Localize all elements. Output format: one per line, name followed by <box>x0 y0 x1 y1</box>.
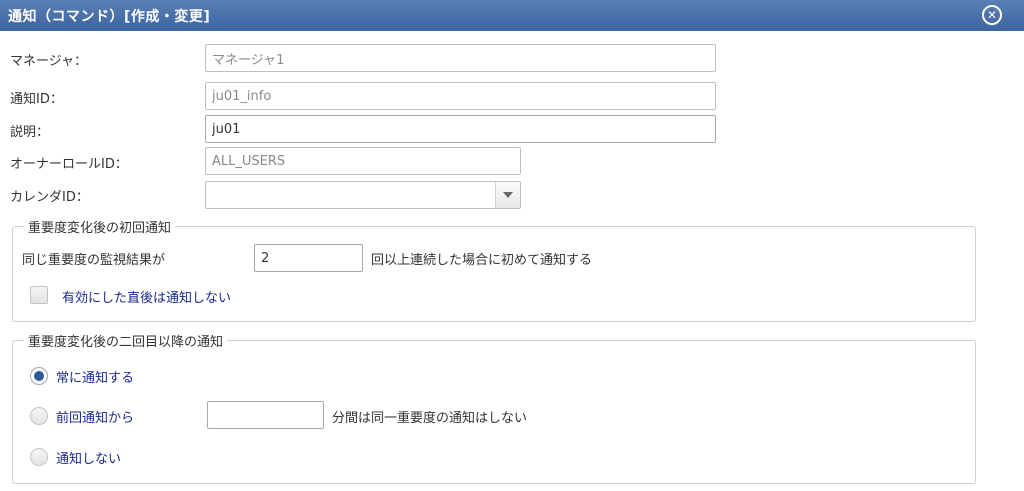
chevron-down-icon <box>503 192 513 198</box>
dropdown-button[interactable] <box>495 182 520 208</box>
dialog-title: 通知（コマンド）[作成・変更] <box>8 9 211 25</box>
notify-id-label: 通知ID： <box>10 92 63 107</box>
radio-since-last-notify[interactable] <box>30 407 48 425</box>
owner-role-id-label: オーナーロールID： <box>10 157 128 172</box>
notify-id-field[interactable] <box>205 82 716 110</box>
suppress-initial-label: 有効にした直後は通知しない <box>62 291 232 306</box>
owner-role-id-field[interactable] <box>205 147 521 175</box>
minutes-input[interactable] <box>207 401 324 429</box>
repeat-count-suffix: 回以上連続した場合に初めて通知する <box>371 253 593 268</box>
close-icon[interactable]: ✕ <box>982 5 1002 25</box>
manager-field[interactable] <box>205 44 716 72</box>
initial-notify-group <box>12 226 976 322</box>
radio-no-notify-label: 通知しない <box>56 452 122 467</box>
radio-selected-dot <box>34 371 44 381</box>
radio-no-notify[interactable] <box>30 448 48 466</box>
dialog-titlebar: 通知（コマンド）[作成・変更] ✕ <box>0 0 1024 31</box>
subsequent-notify-legend: 重要度変化後の二回目以降の通知 <box>24 331 228 350</box>
initial-notify-legend: 重要度変化後の初回通知 <box>24 217 176 236</box>
radio-always-notify[interactable] <box>30 367 48 385</box>
minutes-suffix: 分間は同一重要度の通知はしない <box>332 411 528 426</box>
radio-since-last-notify-label: 前回通知から <box>56 411 135 426</box>
suppress-initial-checkbox[interactable] <box>30 286 48 304</box>
manager-label: マネージャ： <box>10 54 88 69</box>
description-field[interactable] <box>205 115 716 143</box>
calendar-id-label: カレンダID： <box>10 190 89 205</box>
same-result-label: 同じ重要度の監視結果が <box>22 253 166 268</box>
radio-always-notify-label: 常に通知する <box>56 371 135 386</box>
calendar-id-select[interactable] <box>205 181 521 209</box>
description-label: 説明： <box>10 125 50 140</box>
repeat-count-input[interactable] <box>254 244 363 272</box>
